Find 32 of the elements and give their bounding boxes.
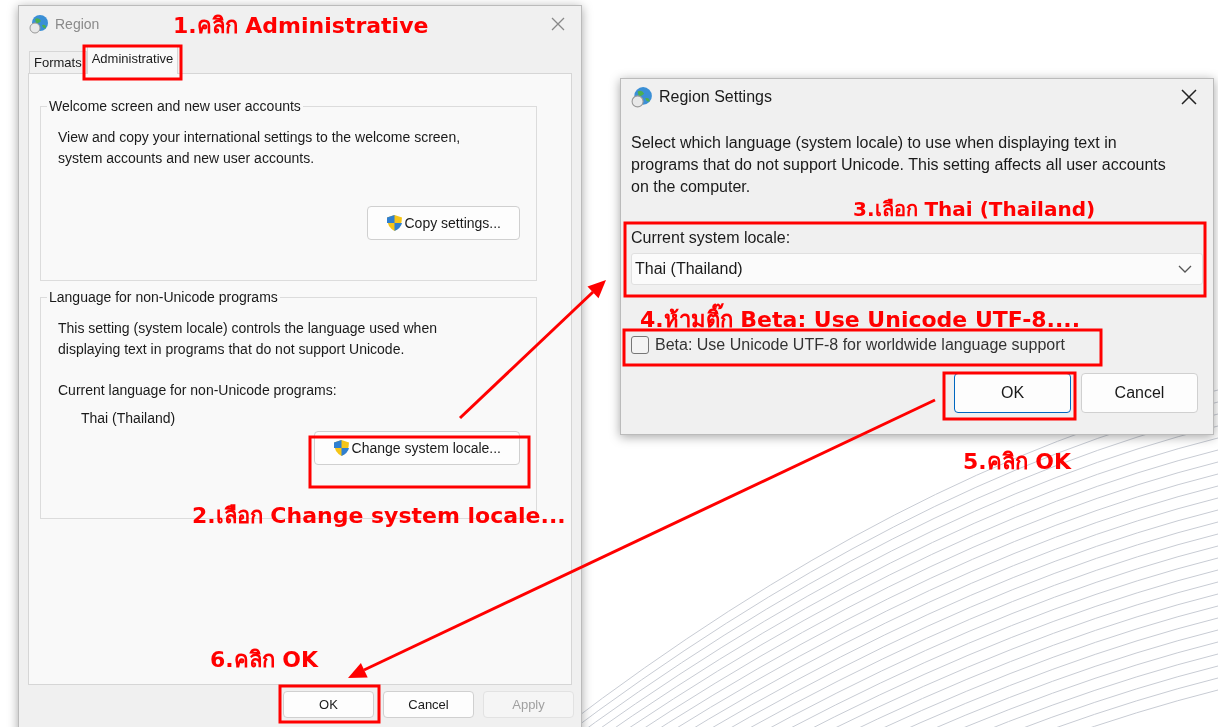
dialog-button[interactable]: Cancel [1081,373,1198,413]
current-language-value: Thai (Thailand) [81,410,177,426]
tab[interactable]: Formats [29,51,87,73]
close-icon[interactable] [1181,89,1197,105]
locale-dropdown[interactable]: Thai (Thailand) [631,253,1203,285]
group-title: Language for non-Unicode programs [47,289,280,305]
shield-icon [332,439,350,457]
annotation-text: 5.คลิก OK [963,448,1072,476]
annotation-text: 6.คลิก OK [210,646,319,674]
annotation-text: 3.เลือก Thai (Thailand) [853,199,1096,219]
checkbox[interactable] [631,336,649,354]
dialog-description: Select which language (system locale) to use when displaying text in programs that do not support Unicode. This setting affects all user accounts on the computer. [631,133,1167,197]
annotation-text: 2.เลือก Change system locale... [192,502,566,530]
group-description: This setting (system locale) controls the language used when displaying text in programs that do not support Unicode. [58,319,438,359]
group-description: View and copy your international settings to the welcome screen, system accounts and new user accounts. [58,128,462,168]
current-language-label: Current language for non-Unicode programs: [58,382,338,398]
chevron-down-icon [1178,265,1192,273]
shield-button[interactable]: Change system locale... [313,431,520,465]
annotation-text: 4.ห้ามติ๊ก Beta: Use Unicode UTF-8.... [640,302,1080,337]
dialog-button[interactable]: Cancel [383,691,474,718]
annotation-text: 1.คลิก Administrative [173,12,429,40]
group-title: Welcome screen and new user accounts [47,98,303,114]
field-label: Current system locale: [631,229,792,247]
window-title: Region [55,16,100,32]
checkbox-label: Beta: Use Unicode UTF-8 for worldwide language support [655,336,1065,354]
globe-icon [29,14,49,34]
window-title: Region Settings [659,88,772,106]
shield-icon [385,214,403,232]
shield-button[interactable]: Copy settings... [366,206,520,240]
dialog-button[interactable]: OK [954,373,1071,413]
globe-icon [631,86,653,108]
dialog-button[interactable]: OK [283,691,374,718]
